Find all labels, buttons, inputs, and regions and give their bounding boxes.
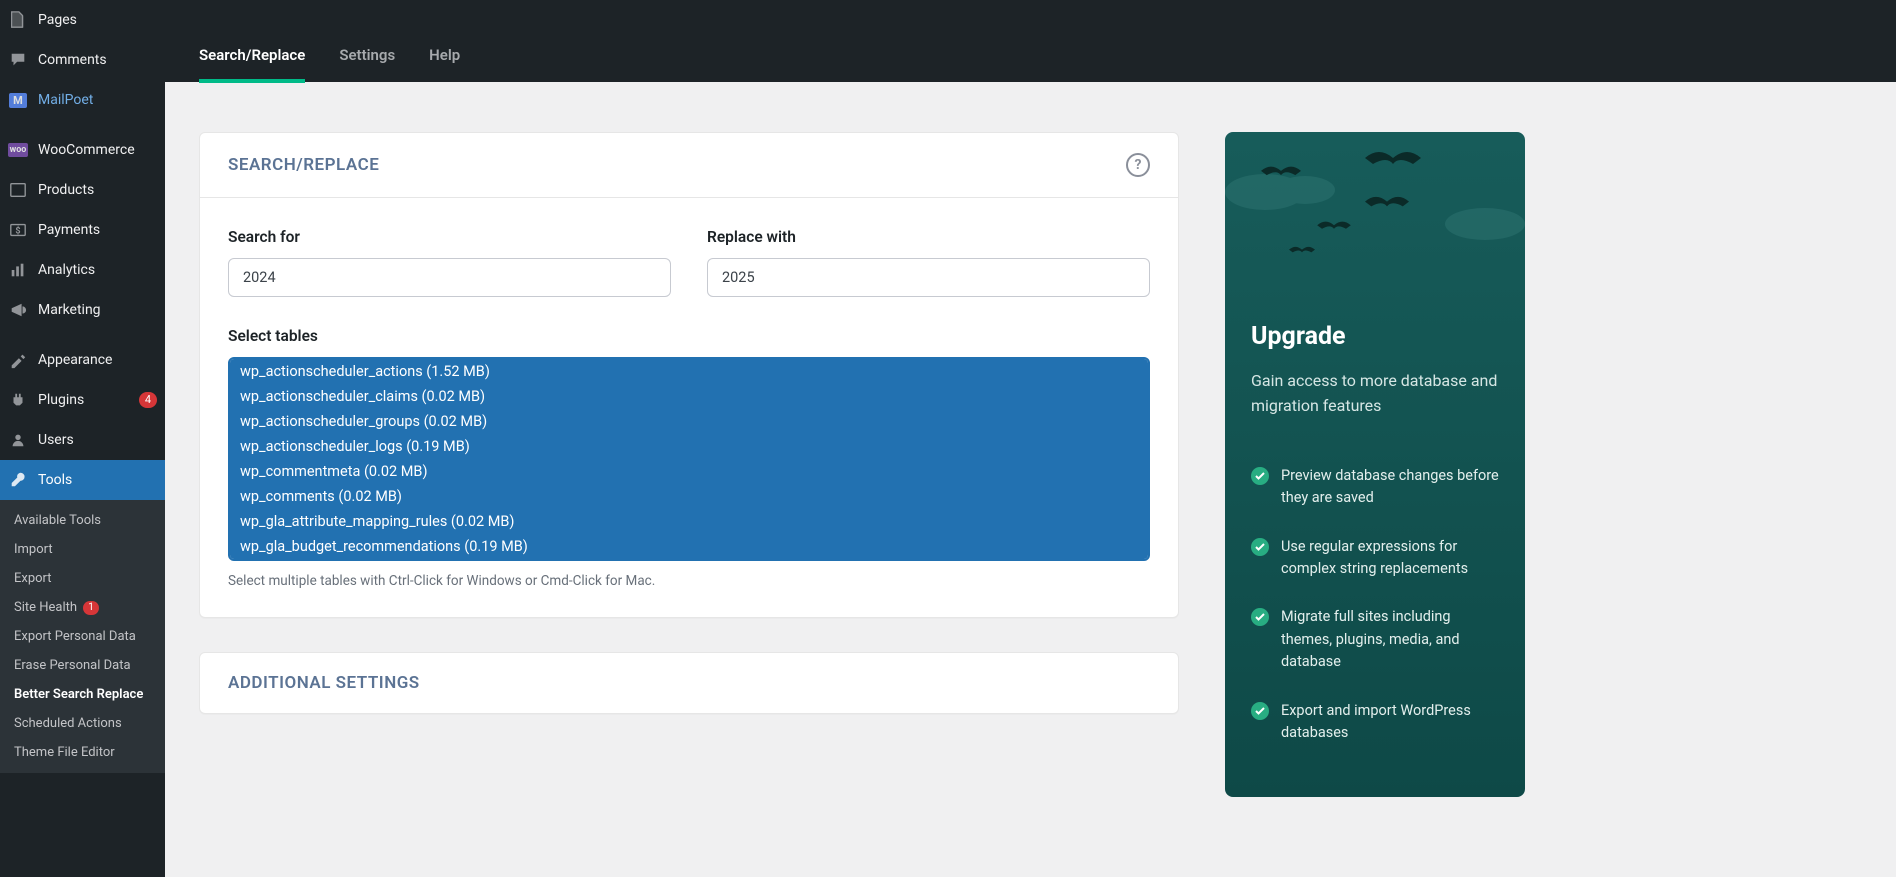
svg-text:$: $ [15,226,20,237]
check-icon [1251,702,1269,720]
search-for-label: Search for [228,228,671,246]
tab-help[interactable]: Help [429,28,460,82]
sidebar-item-label: Comments [38,52,157,68]
table-option[interactable]: wp_gla_attribute_mapping_rules (0.02 MB) [230,509,1148,534]
table-option[interactable]: wp_commentmeta (0.02 MB) [230,459,1148,484]
sidebar-item-tools[interactable]: Tools [0,460,165,500]
content-area: Search/Replace Settings Help SEARCH/REPL… [165,0,1896,877]
submenu-import[interactable]: Import [0,535,165,564]
table-option[interactable]: wp_gla_budget_recommendations (0.19 MB) [230,534,1148,559]
sidebar-item-mailpoet[interactable]: M MailPoet [0,80,165,120]
upgrade-illustration [1225,132,1525,282]
upgrade-title: Upgrade [1251,322,1499,351]
sidebar-item-label: Marketing [38,302,157,318]
sidebar-item-label: Appearance [38,352,157,368]
submenu-theme-file-editor[interactable]: Theme File Editor [0,738,165,767]
pages-icon [8,10,28,30]
tools-icon [8,470,28,490]
upgrade-feature: Migrate full sites including themes, plu… [1251,606,1499,673]
sidebar-item-label: Payments [38,222,157,238]
sidebar-item-payments[interactable]: $ Payments [0,210,165,250]
sidebar-item-label: MailPoet [38,92,157,108]
check-icon [1251,467,1269,485]
sidebar-item-label: Tools [38,472,157,488]
plugins-icon [8,390,28,410]
mailpoet-icon: M [8,90,28,110]
tabs-bar: Search/Replace Settings Help [165,0,1896,82]
table-option[interactable]: wp_actionscheduler_claims (0.02 MB) [230,384,1148,409]
sidebar-item-label: Plugins [38,392,129,408]
table-option[interactable]: wp_actionscheduler_actions (1.52 MB) [230,359,1148,384]
sidebar-item-appearance[interactable]: Appearance [0,340,165,380]
table-option[interactable]: wp_comments (0.02 MB) [230,484,1148,509]
panel-title: SEARCH/REPLACE [228,155,379,175]
sidebar-item-label: WooCommerce [38,142,157,158]
tables-hint: Select multiple tables with Ctrl-Click f… [228,573,1150,589]
sidebar-item-analytics[interactable]: Analytics [0,250,165,290]
submenu-better-search-replace[interactable]: Better Search Replace [0,680,165,709]
upgrade-feature: Use regular expressions for complex stri… [1251,536,1499,581]
sidebar-item-users[interactable]: Users [0,420,165,460]
site-health-badge: 1 [83,601,99,615]
additional-settings-panel: ADDITIONAL SETTINGS [199,652,1179,714]
check-icon [1251,608,1269,626]
analytics-icon [8,260,28,280]
search-replace-panel: SEARCH/REPLACE ? Search for Replace with [199,132,1179,618]
sidebar-item-products[interactable]: Products [0,170,165,210]
table-option[interactable]: wp_actionscheduler_groups (0.02 MB) [230,409,1148,434]
select-tables-label: Select tables [228,327,1150,345]
submenu-scheduled-actions[interactable]: Scheduled Actions [0,709,165,738]
replace-with-label: Replace with [707,228,1150,246]
appearance-icon [8,350,28,370]
sidebar-item-marketing[interactable]: Marketing [0,290,165,330]
upgrade-feature: Preview database changes before they are… [1251,465,1499,510]
sidebar-item-label: Pages [38,12,157,28]
submenu-export-personal-data[interactable]: Export Personal Data [0,622,165,651]
tables-multiselect[interactable]: wp_actionscheduler_actions (1.52 MB)wp_a… [228,357,1150,561]
panel-title: ADDITIONAL SETTINGS [228,673,420,693]
comments-icon [8,50,28,70]
sidebar-item-pages[interactable]: Pages [0,0,165,40]
users-icon [8,430,28,450]
submenu-site-health[interactable]: Site Health1 [0,593,165,622]
marketing-icon [8,300,28,320]
table-option[interactable]: wp_gla_merchant_issues (0.02 MB) [230,559,1148,561]
payments-icon: $ [8,220,28,240]
upgrade-feature: Export and import WordPress databases [1251,700,1499,745]
help-icon[interactable]: ? [1126,153,1150,177]
sidebar-item-comments[interactable]: Comments [0,40,165,80]
upgrade-card: Upgrade Gain access to more database and… [1225,132,1525,797]
admin-sidebar: Pages Comments M MailPoet woo WooCommerc… [0,0,165,877]
upgrade-subtitle: Gain access to more database and migrati… [1251,369,1499,419]
submenu-export[interactable]: Export [0,564,165,593]
sidebar-item-plugins[interactable]: Plugins 4 [0,380,165,420]
sidebar-item-label: Products [38,182,157,198]
woocommerce-icon: woo [8,140,28,160]
tools-submenu: Available Tools Import Export Site Healt… [0,500,165,773]
sidebar-item-woocommerce[interactable]: woo WooCommerce [0,130,165,170]
products-icon [8,180,28,200]
check-icon [1251,538,1269,556]
tab-search-replace[interactable]: Search/Replace [199,28,305,82]
tab-settings[interactable]: Settings [339,28,395,82]
submenu-available-tools[interactable]: Available Tools [0,506,165,535]
sidebar-item-label: Analytics [38,262,157,278]
table-option[interactable]: wp_actionscheduler_logs (0.19 MB) [230,434,1148,459]
search-for-input[interactable] [228,258,671,297]
sidebar-item-label: Users [38,432,157,448]
update-count-badge: 4 [139,392,157,408]
replace-with-input[interactable] [707,258,1150,297]
submenu-erase-personal-data[interactable]: Erase Personal Data [0,651,165,680]
